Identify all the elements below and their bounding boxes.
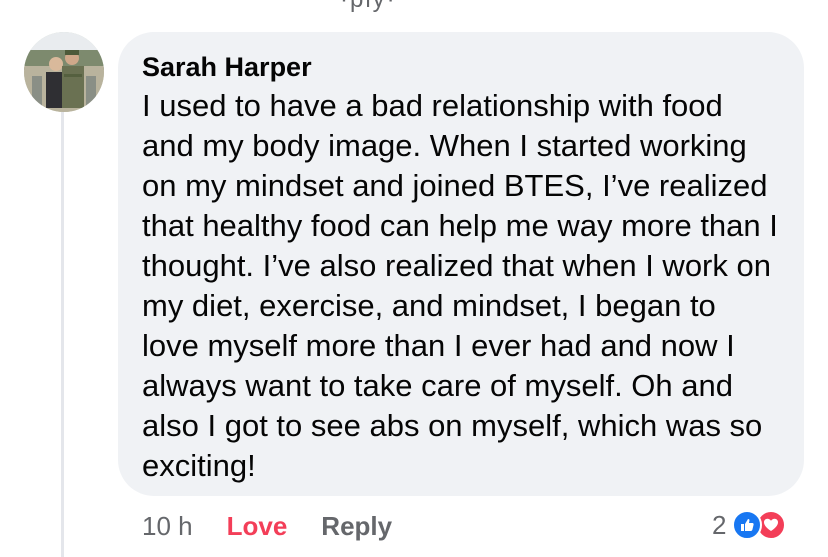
comment-thread: ·ply· Sarah Harper I used to have a bad … [0,0,828,557]
comment-bubble: Sarah Harper I used to have a bad relati… [118,32,804,496]
avatar[interactable] [24,32,104,112]
thread-line [61,112,64,557]
comment-timestamp[interactable]: 10 h [142,511,193,542]
avatar-photo [24,32,104,112]
comment-actions: 10 h Love Reply [142,508,392,544]
reaction-summary[interactable]: 2 [712,506,787,544]
reaction-count: 2 [712,509,727,540]
love-button[interactable]: Love [227,511,288,542]
reply-button[interactable]: Reply [321,511,392,542]
comment-author[interactable]: Sarah Harper [142,50,780,84]
previous-comment-fragment: ·ply· [340,0,397,14]
comment-body: I used to have a bad relationship with f… [142,88,778,483]
like-icon [732,510,763,540]
